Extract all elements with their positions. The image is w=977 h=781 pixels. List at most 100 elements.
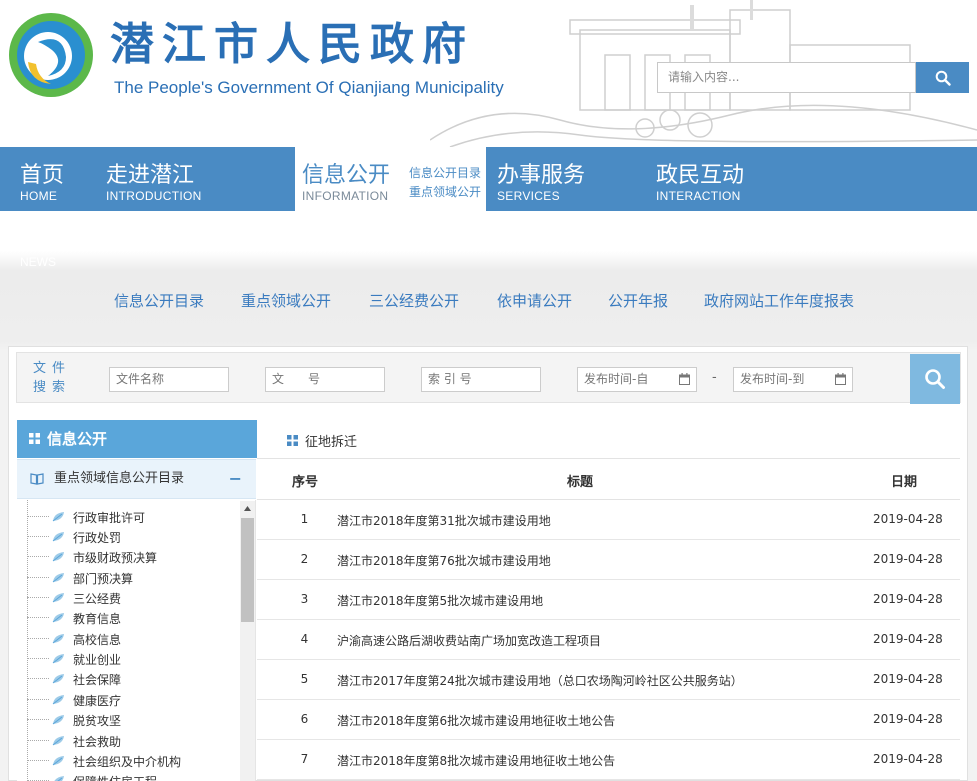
government-logo xyxy=(9,13,93,97)
column-title: 标题 xyxy=(567,475,594,490)
tree-item[interactable]: 行政审批许可 xyxy=(17,507,239,527)
main-nav: 首页 HOME 走进潜江 INTRODUCTION 信息公开 INFORMATI… xyxy=(0,147,977,211)
tree-item[interactable]: 三公经费 xyxy=(17,588,239,608)
scrollbar-thumb[interactable] xyxy=(241,518,254,622)
nav-sub-catalog[interactable]: 信息公开目录 xyxy=(409,164,481,181)
tree-item-label: 行政审批许可 xyxy=(73,511,146,525)
nav-sub-key-areas[interactable]: 重点领域公开 xyxy=(409,183,481,200)
tree-item[interactable]: 部门预决算 xyxy=(17,568,239,588)
breadcrumb: 征地拆迁 xyxy=(305,435,358,450)
subnav-three-public-funds[interactable]: 三公经费公开 xyxy=(369,290,459,311)
search-icon xyxy=(935,70,951,86)
tree-item[interactable]: 健康医疗 xyxy=(17,690,239,710)
row-title-link[interactable]: 潜江市2018年度第76批次城市建设用地 xyxy=(337,552,551,569)
tree-item[interactable]: 行政处罚 xyxy=(17,527,239,547)
category-header[interactable]: 重点领域信息公开目录 − xyxy=(17,459,256,499)
row-title-link[interactable]: 潜江市2017年度第24批次城市建设用地（总口农场陶河岭社区公共服务站） xyxy=(337,672,743,689)
nav-interaction[interactable]: 政民互动 INTERACTION xyxy=(646,147,846,211)
grid-icon xyxy=(287,435,298,446)
sidebar-title: 信息公开 xyxy=(17,420,257,458)
tree-item[interactable]: 保障性住房工程 xyxy=(17,771,239,781)
tree-item[interactable]: 就业创业 xyxy=(17,649,239,669)
nav-introduction-en: INTRODUCTION xyxy=(106,189,202,203)
tree-item[interactable]: 教育信息 xyxy=(17,608,239,628)
tree-item-label: 社会救助 xyxy=(73,735,122,749)
tree-connector xyxy=(27,740,49,741)
file-search-label: 文件搜索 xyxy=(33,361,72,395)
column-date: 日期 xyxy=(891,475,918,490)
table-row[interactable]: 2 潜江市2018年度第76批次城市建设用地 2019-04-28 xyxy=(257,540,960,580)
nav-services[interactable]: 办事服务 SERVICES xyxy=(486,147,646,211)
date-to-placeholder: 发布时间-到 xyxy=(740,372,805,386)
subnav-key-areas[interactable]: 重点领域公开 xyxy=(241,290,331,311)
nav-home[interactable]: 首页 HOME xyxy=(0,147,90,211)
table-row[interactable]: 4 沪渝高速公路后湖收费站南广场加宽改造工程项目 2019-04-28 xyxy=(257,620,960,660)
subnav-annual-report[interactable]: 公开年报 xyxy=(608,290,668,311)
site-header: 潜江市人民政府 The People's Government Of Qianj… xyxy=(0,0,977,147)
tree-item-label: 市级财政预决算 xyxy=(73,551,158,565)
tree-item[interactable]: 社会组织及中介机构 xyxy=(17,751,239,771)
doc-number-input[interactable]: 文 号 xyxy=(265,367,385,392)
tree-item[interactable]: 市级财政预决算 xyxy=(17,547,239,567)
site-search-button[interactable] xyxy=(916,62,969,93)
tree-item-label: 三公经费 xyxy=(73,592,122,606)
tree-item[interactable]: 高校信息 xyxy=(17,629,239,649)
site-title: 潜江市人民政府 xyxy=(110,19,474,70)
leaf-icon xyxy=(52,674,64,684)
date-from-placeholder: 发布时间-自 xyxy=(584,372,649,386)
tree-connector xyxy=(27,536,49,537)
site-search-input[interactable]: 请输入内容... xyxy=(657,62,916,93)
tree-item[interactable]: 社会保障 xyxy=(17,669,239,689)
sidebar-title-text: 信息公开 xyxy=(47,430,108,448)
tree-item-label: 行政处罚 xyxy=(73,531,122,545)
row-date: 2019-04-28 xyxy=(873,632,943,646)
leaf-icon xyxy=(52,736,64,746)
tree-item-label: 教育信息 xyxy=(73,612,122,626)
tree-connector xyxy=(27,678,49,679)
subnav-on-request[interactable]: 依申请公开 xyxy=(497,290,572,311)
table-row[interactable]: 7 潜江市2018年度第8批次城市建设用地征收土地公告 2019-04-28 xyxy=(257,740,960,780)
index-number-input[interactable]: 索 引 号 xyxy=(421,367,541,392)
table-row[interactable]: 3 潜江市2018年度第5批次城市建设用地 2019-04-28 xyxy=(257,580,960,620)
tree-connector xyxy=(27,760,49,761)
nav-services-label: 办事服务 xyxy=(497,163,586,188)
row-title-link[interactable]: 潜江市2018年度第8批次城市建设用地征收土地公告 xyxy=(337,752,615,769)
date-to-input[interactable]: 发布时间-到 xyxy=(733,367,853,392)
tree-connector xyxy=(27,617,49,618)
tree-item[interactable]: 脱贫攻坚 xyxy=(17,710,239,730)
file-search-button[interactable] xyxy=(910,354,960,404)
leaf-icon xyxy=(52,756,64,766)
row-title-link[interactable]: 潜江市2018年度第31批次城市建设用地 xyxy=(337,512,551,529)
nav-information[interactable]: 信息公开 INFORMATION 信息公开目录 重点领域公开 xyxy=(295,147,486,211)
tree-item-label: 保障性住房工程 xyxy=(73,773,157,781)
row-date: 2019-04-28 xyxy=(873,752,943,766)
grid-icon xyxy=(29,433,40,444)
subnav-website-report[interactable]: 政府网站工作年度报表 xyxy=(704,290,854,311)
nav-introduction[interactable]: 走进潜江 INTRODUCTION xyxy=(90,147,290,211)
subnav-catalog[interactable]: 信息公开目录 xyxy=(114,290,204,311)
tree-item-label: 部门预决算 xyxy=(73,572,134,586)
table-row[interactable]: 5 潜江市2017年度第24批次城市建设用地（总口农场陶河岭社区公共服务站） 2… xyxy=(257,660,960,700)
nav-services-en: SERVICES xyxy=(497,189,560,203)
collapse-icon[interactable]: − xyxy=(229,460,242,498)
table-row[interactable]: 1 潜江市2018年度第31批次城市建设用地 2019-04-28 xyxy=(257,500,960,540)
date-from-input[interactable]: 发布时间-自 xyxy=(577,367,697,392)
tree-item-label: 社会保障 xyxy=(73,673,122,687)
nav-introduction-label: 走进潜江 xyxy=(106,163,195,188)
column-index: 序号 xyxy=(292,475,319,490)
tree-item[interactable]: 社会救助 xyxy=(17,731,239,751)
row-title-link[interactable]: 潜江市2018年度第5批次城市建设用地 xyxy=(337,592,543,609)
leaf-icon xyxy=(54,776,64,781)
row-title-link[interactable]: 潜江市2018年度第6批次城市建设用地征收土地公告 xyxy=(337,712,615,729)
breadcrumb-bar xyxy=(257,420,960,459)
nav-information-en: INFORMATION xyxy=(302,189,389,203)
leaf-icon xyxy=(52,613,64,623)
category-label: 重点领域信息公开目录 xyxy=(54,471,185,486)
leaf-icon xyxy=(52,715,64,725)
file-name-input[interactable]: 文件名称 xyxy=(109,367,229,392)
book-icon xyxy=(30,473,44,485)
table-row[interactable]: 6 潜江市2018年度第6批次城市建设用地征收土地公告 2019-04-28 xyxy=(257,700,960,740)
row-title-link[interactable]: 沪渝高速公路后湖收费站南广场加宽改造工程项目 xyxy=(337,632,601,649)
scroll-up-arrow-icon[interactable] xyxy=(240,501,255,516)
tree-scrollbar[interactable] xyxy=(240,501,255,781)
